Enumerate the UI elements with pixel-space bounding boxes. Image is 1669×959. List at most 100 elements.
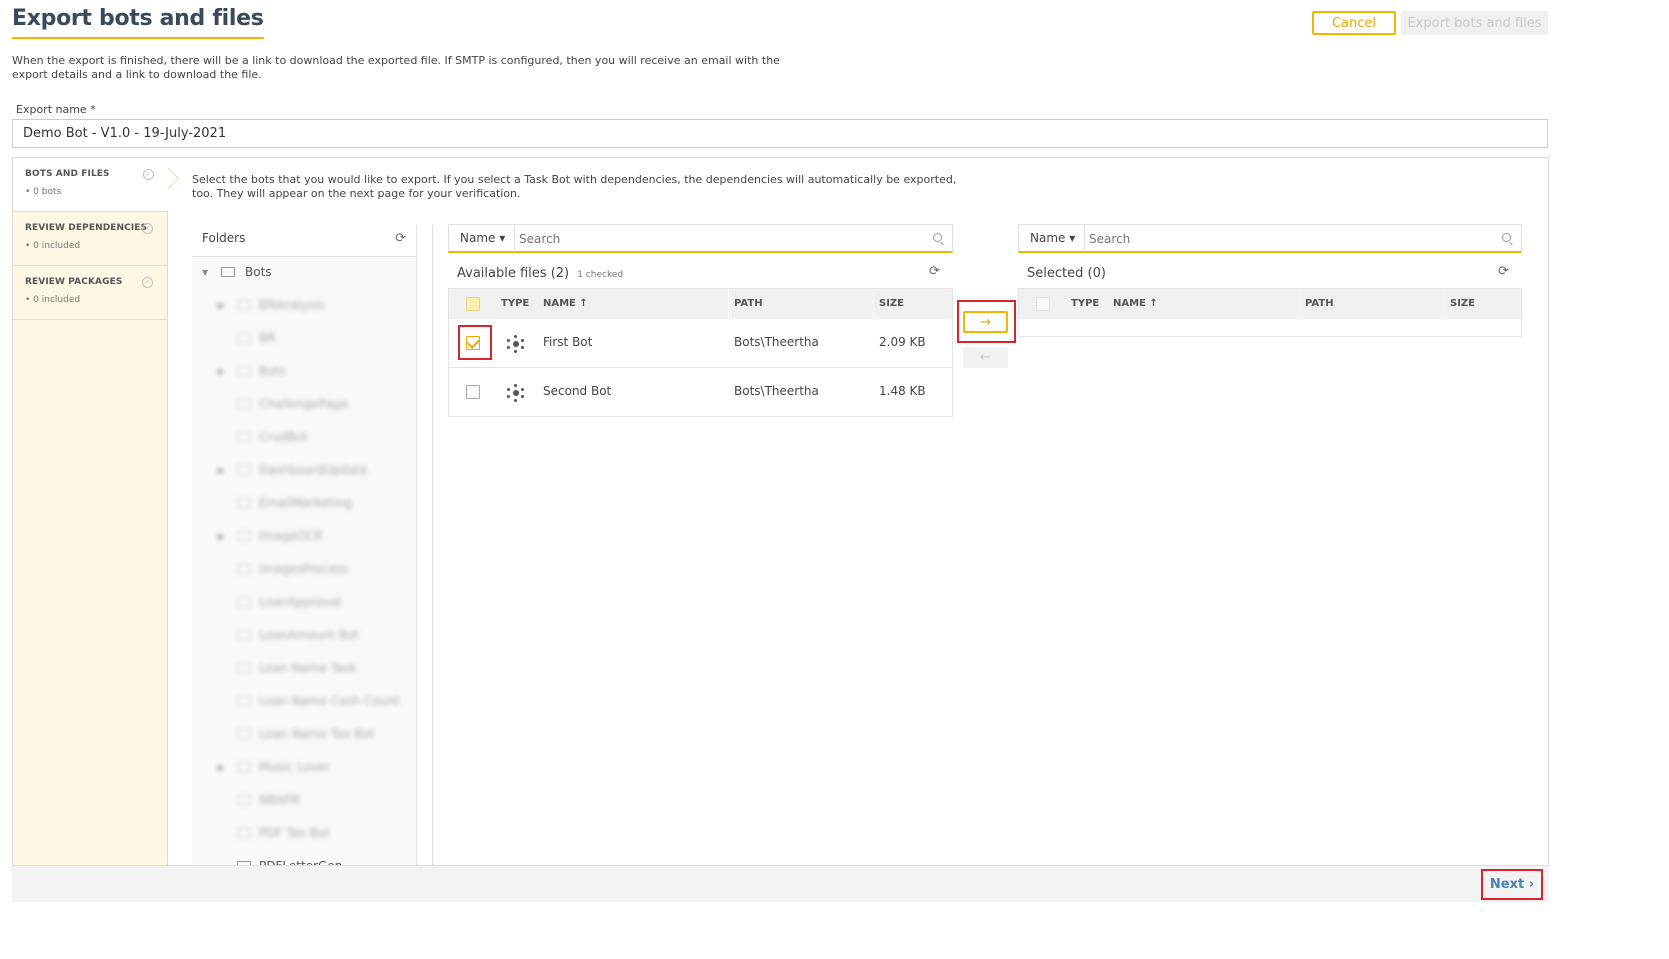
file-name: Second Bot (543, 384, 612, 398)
folder-name: Loan Name Cash Count (259, 694, 400, 708)
move-left-button[interactable]: ← (963, 347, 1008, 368)
caret-down-icon[interactable]: ▼ (202, 268, 208, 277)
caret-right-icon[interactable]: ▶ (218, 301, 224, 310)
folder-icon (237, 366, 251, 376)
tree-item-folder[interactable]: BR (192, 323, 416, 356)
table-row[interactable]: Second Bot Bots\Theertha 1.48 KB (449, 368, 952, 417)
selected-count: (0) (1087, 266, 1106, 281)
row-checkbox[interactable] (466, 336, 480, 350)
folder-name: DashboardUpdate (259, 463, 368, 477)
step-review-packages[interactable]: REVIEW PACKAGES • 0 included ✓ (13, 266, 167, 320)
task-bot-icon (507, 384, 525, 402)
selected-search-bar: Name ▾ (1018, 224, 1522, 253)
step-bots-and-files[interactable]: BOTS AND FILES • 0 bots ✓ (13, 158, 168, 212)
search-icon[interactable] (1502, 233, 1511, 242)
available-sort-dropdown[interactable]: Name ▾ (449, 225, 515, 252)
tree-item-folder[interactable]: ▶ Bots (192, 356, 416, 389)
tree-item-folder[interactable]: ▶ DashboardUpdate (192, 455, 416, 488)
refresh-icon[interactable]: ⟳ (929, 264, 940, 279)
available-title-text: Available files (457, 266, 547, 281)
selected-sort-dropdown[interactable]: Name ▾ (1019, 225, 1085, 252)
export-bots-button[interactable]: Export bots and files (1401, 11, 1548, 35)
folder-name: Bots (259, 364, 286, 378)
available-search-input[interactable] (519, 228, 919, 249)
check-circle-icon: ✓ (142, 277, 153, 288)
folder-icon (237, 762, 251, 772)
column-size: SIZE (879, 298, 905, 309)
select-all-checkbox[interactable] (466, 297, 480, 311)
page-title: Export bots and files (12, 6, 264, 39)
folders-title: Folders (202, 231, 246, 245)
tree-item-folder[interactable]: Loan Name Cash Count (192, 686, 416, 719)
tree-item-folder[interactable]: Loan Name Tax Bot (192, 719, 416, 752)
folder-icon (237, 531, 251, 541)
available-count: (2) (550, 266, 570, 281)
column-path: PATH (1305, 298, 1334, 309)
move-right-button[interactable]: → (963, 311, 1008, 333)
folder-icon (237, 630, 251, 640)
folder-icon (237, 564, 251, 574)
refresh-icon[interactable]: ⟳ (395, 231, 406, 246)
folder-name: BRAnalysis (259, 298, 325, 312)
folder-name: Bots (245, 265, 272, 279)
column-name[interactable]: NAME ↑ (543, 298, 588, 309)
tree-item-folder[interactable]: CrudBot (192, 422, 416, 455)
folder-name: PDF Tax Bot (259, 826, 331, 840)
tree-item-folder[interactable]: LoanApproval (192, 587, 416, 620)
table-header: TYPE NAME ↑ PATH SIZE (1019, 289, 1521, 319)
tree-item-folder[interactable]: EmailMarketing (192, 488, 416, 521)
available-search-bar: Name ▾ (448, 224, 953, 253)
page-description: When the export is finished, there will … (12, 54, 780, 81)
column-name[interactable]: NAME ↑ (1113, 298, 1158, 309)
caret-right-icon[interactable]: ▶ (218, 367, 224, 376)
cancel-button[interactable]: Cancel (1312, 11, 1396, 35)
tree-item-folder[interactable]: ImagesProcess (192, 554, 416, 587)
tree-item-folder[interactable]: ▶ ImageOCR (192, 521, 416, 554)
folder-name: Loan Name Task (259, 661, 357, 675)
folder-icon (237, 300, 251, 310)
folder-name: EmailMarketing (259, 496, 353, 510)
caret-right-icon[interactable]: ▶ (218, 532, 224, 541)
refresh-icon[interactable]: ⟳ (1498, 264, 1509, 279)
folder-icon (237, 597, 251, 607)
check-circle-icon: ✓ (143, 169, 154, 180)
wizard-footer (12, 865, 1549, 902)
table-row[interactable]: First Bot Bots\Theertha 2.09 KB (449, 319, 952, 368)
folder-open-icon (221, 267, 235, 277)
wizard-steps: BOTS AND FILES • 0 bots ✓ REVIEW DEPENDE… (13, 158, 168, 902)
tree-item-folder[interactable]: LoanAmount Bot (192, 620, 416, 653)
task-bot-icon (507, 335, 525, 353)
folder-name: ChallengePage (259, 397, 349, 411)
tree-item-folder[interactable]: ▶ Music Lover (192, 752, 416, 785)
step-review-dependencies[interactable]: REVIEW DEPENDENCIES • 0 included ✓ (13, 212, 167, 266)
caret-right-icon[interactable]: ▶ (218, 763, 224, 772)
folder-name: LoanApproval (259, 595, 342, 609)
selected-search-input[interactable] (1089, 228, 1489, 249)
tree-item-folder[interactable]: PDF Tax Bot (192, 818, 416, 851)
file-size: 2.09 KB (879, 335, 926, 349)
column-type: TYPE (1071, 298, 1100, 309)
export-name-input[interactable] (12, 119, 1548, 148)
tree-item-folder[interactable]: NBAPR (192, 785, 416, 818)
step-count: • 0 included (25, 241, 81, 251)
tree-item-folder[interactable]: Loan Name Task (192, 653, 416, 686)
tree-item-folder[interactable]: PDFLetterGen (192, 851, 416, 865)
folder-icon (237, 432, 251, 442)
row-checkbox[interactable] (466, 385, 480, 399)
select-all-checkbox[interactable] (1036, 297, 1050, 311)
tree-item-folder[interactable]: ▶ BRAnalysis (192, 290, 416, 323)
tree-item-folder[interactable]: ChallengePage (192, 389, 416, 422)
sort-label: Name (1030, 231, 1066, 245)
folder-icon (237, 696, 251, 706)
folder-name: NBAPR (259, 793, 300, 807)
search-icon[interactable] (933, 233, 942, 242)
folder-name: ImagesProcess (259, 562, 349, 576)
column-path: PATH (734, 298, 763, 309)
next-button[interactable]: Next › (1482, 871, 1542, 898)
selected-title-text: Selected (1027, 266, 1084, 281)
folder-icon (237, 465, 251, 475)
available-files-table: TYPE NAME ↑ PATH SIZE First Bot Bots\The… (448, 288, 953, 417)
file-name: First Bot (543, 335, 593, 349)
caret-right-icon[interactable]: ▶ (218, 466, 224, 475)
tree-item-bots[interactable]: ▼ Bots (192, 257, 416, 290)
